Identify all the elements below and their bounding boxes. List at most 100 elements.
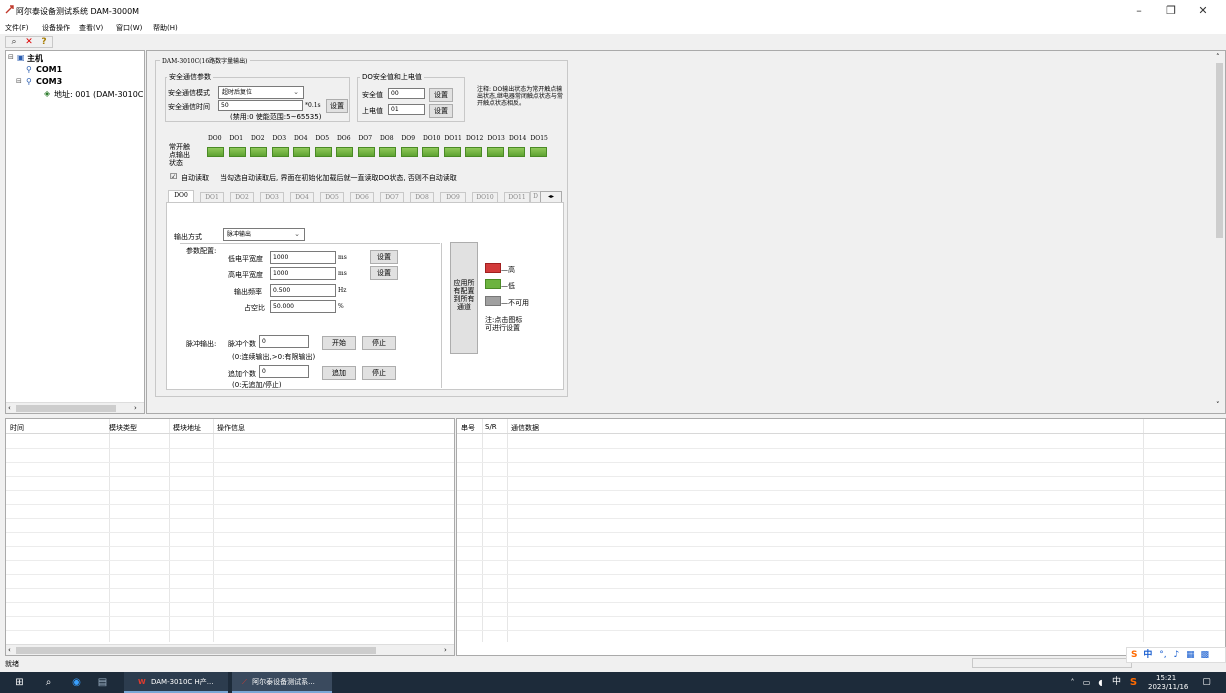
tree-item-host[interactable]: 主机 — [27, 53, 43, 64]
do-status-led[interactable] — [529, 147, 547, 157]
tree-item-com3[interactable]: COM3 — [36, 77, 62, 86]
network-icon[interactable]: ▭ — [1080, 676, 1093, 689]
chevron-up-icon[interactable]: ˄ — [1066, 676, 1079, 689]
taskbar-app-test[interactable]: ⟋ 阿尔泰设备测试系... — [232, 672, 332, 693]
safe-value-set-button[interactable]: 设置 — [429, 88, 453, 102]
taskbar-app-doc[interactable]: W DAM-3010C H产... — [124, 672, 228, 693]
output-mode-select[interactable]: 脉冲输出 ⌄ — [223, 228, 305, 241]
do-channel-label: DO4 — [294, 135, 308, 142]
do-status-led[interactable] — [207, 147, 224, 157]
calculator-icon[interactable]: ▤ — [96, 676, 109, 689]
do-status-led[interactable] — [443, 147, 461, 157]
edge-icon[interactable]: ◉ — [70, 676, 83, 689]
collapse-icon[interactable]: ⊟ — [16, 77, 22, 85]
maximize-button[interactable]: ❐ — [1160, 3, 1182, 19]
log-col-type[interactable]: 模块类型 — [109, 423, 137, 433]
high-width-input[interactable]: 1000 — [270, 267, 336, 280]
scroll-up-icon[interactable]: ˄ — [1216, 53, 1220, 61]
menu-help[interactable]: 帮助(H) — [153, 23, 178, 33]
start-button[interactable]: 开始 — [322, 336, 356, 350]
volume-icon[interactable]: ◖ — [1094, 676, 1107, 689]
checkbox-checked-icon[interactable]: ☑ — [170, 172, 177, 181]
legend-high-icon[interactable] — [485, 263, 501, 273]
minimize-button[interactable]: – — [1128, 3, 1150, 19]
high-width-set-button[interactable]: 设置 — [370, 266, 398, 280]
data-col-data[interactable]: 通信数据 — [511, 423, 539, 433]
do-status-led[interactable] — [465, 147, 482, 157]
do-status-led[interactable] — [336, 147, 353, 157]
duty-input[interactable]: 50.000 — [270, 300, 336, 313]
low-width-set-button[interactable]: 设置 — [370, 250, 398, 264]
scroll-thumb[interactable] — [1216, 63, 1223, 238]
stop-button[interactable]: 停止 — [362, 336, 396, 350]
windows-start-icon[interactable]: ⊞ — [13, 676, 26, 689]
scroll-left-icon[interactable]: ‹ — [8, 404, 11, 412]
arrow-right-icon[interactable]: ▸ — [551, 193, 554, 200]
help-icon[interactable]: ? — [37, 37, 51, 48]
search-icon[interactable]: ⌕ — [7, 37, 21, 48]
close-icon[interactable]: ✕ — [22, 37, 36, 48]
scroll-left-icon[interactable]: ‹ — [8, 646, 11, 654]
sogou-tray-icon[interactable]: S — [1127, 676, 1140, 689]
data-col-serial[interactable]: 串号 — [461, 423, 475, 433]
ime-toolbar[interactable]: S 中 °, ♪ ▦ ▩ — [1126, 647, 1226, 663]
low-width-input[interactable]: 1000 — [270, 251, 336, 264]
power-value-input[interactable]: 01 — [388, 104, 425, 115]
pulse-count-input[interactable]: 0 — [259, 335, 309, 348]
close-window-button[interactable]: ✕ — [1192, 3, 1214, 19]
do-status-led[interactable] — [250, 147, 267, 157]
notification-icon[interactable]: ▢ — [1200, 676, 1213, 689]
tree-item-address[interactable]: 地址: 001 (DAM-3010C — [54, 89, 143, 100]
menu-file[interactable]: 文件(F) — [5, 23, 29, 33]
scroll-thumb[interactable] — [16, 647, 376, 654]
log-col-info[interactable]: 操作信息 — [217, 423, 245, 433]
ime-mode[interactable]: 中 — [1143, 650, 1152, 660]
do-status-led[interactable] — [422, 147, 439, 157]
ime-indicator[interactable]: 中 — [1110, 676, 1123, 689]
menu-device[interactable]: 设备操作 — [42, 23, 70, 33]
do-status-led[interactable] — [228, 147, 246, 157]
menu-view[interactable]: 查看(V) — [79, 23, 103, 33]
do-status-led[interactable] — [379, 147, 396, 157]
log-hscrollbar[interactable]: ‹ › — [6, 644, 454, 655]
do-status-led[interactable] — [400, 147, 418, 157]
scroll-right-icon[interactable]: › — [134, 404, 137, 412]
do-status-led[interactable] — [293, 147, 310, 157]
scroll-right-icon[interactable]: › — [444, 646, 447, 654]
mic-icon[interactable]: ♪ — [1174, 650, 1180, 660]
clock-date[interactable]: 2023/11/16 — [1148, 683, 1188, 691]
do-status-led[interactable] — [271, 147, 289, 157]
append-stop-button[interactable]: 停止 — [362, 366, 396, 380]
do-status-led[interactable] — [314, 147, 332, 157]
log-col-time[interactable]: 时间 — [10, 423, 24, 433]
data-col-sr[interactable]: S/R — [485, 423, 497, 431]
safety-mode-select[interactable]: 超时后复位 ⌄ — [218, 86, 304, 99]
append-input[interactable]: 0 — [259, 365, 309, 378]
do-status-led[interactable] — [508, 147, 525, 157]
search-icon[interactable]: ⌕ — [42, 676, 55, 689]
do-status-led[interactable] — [357, 147, 375, 157]
auto-read-label[interactable]: 自动读取 — [181, 173, 209, 183]
collapse-icon[interactable]: ⊟ — [8, 53, 14, 61]
clock-time[interactable]: 15:21 — [1156, 674, 1176, 682]
freq-input[interactable]: 0.500 — [270, 284, 336, 297]
tree-hscrollbar[interactable]: ‹ › — [6, 402, 144, 413]
scroll-thumb[interactable] — [16, 405, 116, 412]
safety-time-set-button[interactable]: 设置 — [326, 99, 348, 113]
log-col-address[interactable]: 模块地址 — [173, 423, 201, 433]
safe-value-input[interactable]: 00 — [388, 88, 425, 99]
keyboard-icon[interactable]: ▦ — [1186, 650, 1195, 660]
power-value-set-button[interactable]: 设置 — [429, 104, 453, 118]
grid-icon[interactable]: ▩ — [1201, 650, 1210, 660]
safety-time-input[interactable]: 50 — [218, 100, 303, 111]
legend-low-icon[interactable] — [485, 279, 501, 289]
punct-icon[interactable]: °, — [1159, 650, 1166, 660]
tree-item-com1[interactable]: COM1 — [36, 65, 62, 74]
scroll-down-icon[interactable]: ˅ — [1216, 401, 1220, 409]
append-button[interactable]: 追加 — [322, 366, 356, 380]
menu-window[interactable]: 窗口(W) — [116, 23, 142, 33]
apply-all-button[interactable]: 应用所有配置到所有通道 — [450, 242, 478, 354]
sogou-icon[interactable]: S — [1131, 650, 1137, 660]
do-status-led[interactable] — [486, 147, 504, 157]
table-row — [457, 546, 1225, 547]
